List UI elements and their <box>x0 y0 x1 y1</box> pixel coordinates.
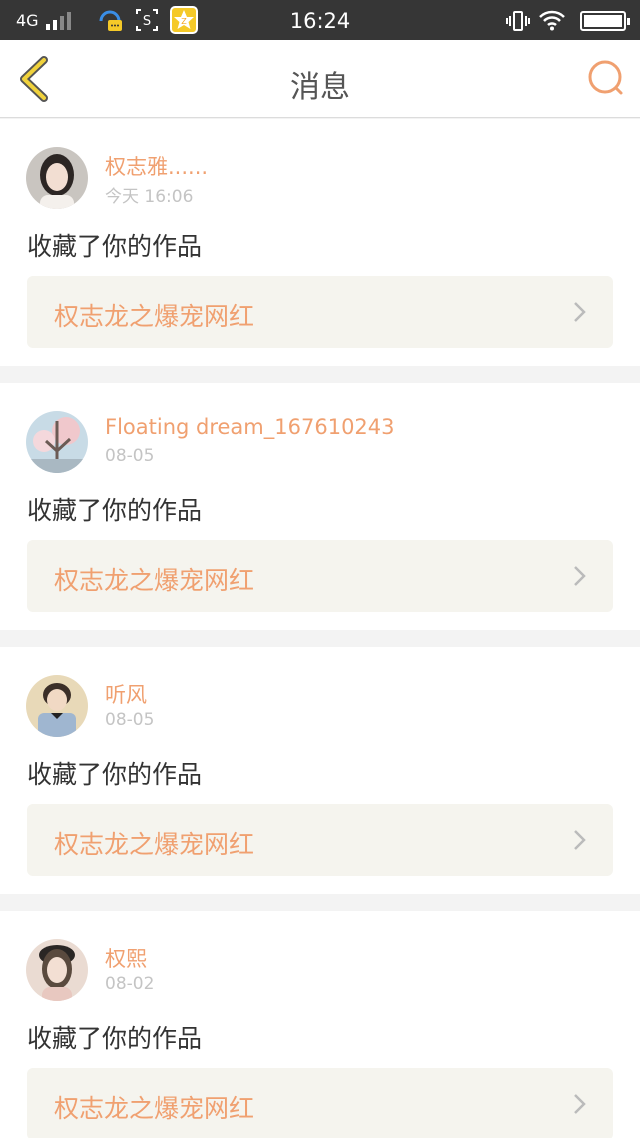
message-card: 权志雅...... 今天 16:06 收藏了你的作品 权志龙之爆宠网红 <box>0 119 640 366</box>
work-link[interactable]: 权志龙之爆宠网红 <box>27 540 613 612</box>
action-text: 收藏了你的作品 <box>27 1024 203 1053</box>
status-bar: 4G S Z 16:24 <box>0 0 640 40</box>
username[interactable]: 听风 <box>105 679 147 709</box>
timestamp: 08-02 <box>105 974 155 994</box>
message-card: 权熙 08-02 收藏了你的作品 权志龙之爆宠网红 <box>0 911 640 1138</box>
chevron-right-icon <box>574 566 586 586</box>
page-title: 消息 <box>290 70 350 105</box>
work-link[interactable]: 权志龙之爆宠网红 <box>27 276 613 348</box>
username[interactable]: 权志雅...... <box>105 151 208 181</box>
avatar[interactable] <box>26 675 88 737</box>
message-list: 权志雅...... 今天 16:06 收藏了你的作品 权志龙之爆宠网红 Floa… <box>0 119 640 1138</box>
work-title: 权志龙之爆宠网红 <box>54 1094 255 1123</box>
work-title: 权志龙之爆宠网红 <box>54 566 255 595</box>
avatar[interactable] <box>26 939 88 1001</box>
search-button[interactable] <box>586 58 626 98</box>
status-right-icons <box>506 8 630 32</box>
vibrate-icon <box>506 11 530 31</box>
search-icon <box>588 60 623 95</box>
avatar[interactable] <box>26 411 88 473</box>
action-text: 收藏了你的作品 <box>27 760 203 789</box>
work-title: 权志龙之爆宠网红 <box>54 302 255 331</box>
username[interactable]: 权熙 <box>105 943 147 973</box>
chevron-right-icon <box>574 302 586 322</box>
work-title: 权志龙之爆宠网红 <box>54 830 255 859</box>
avatar[interactable] <box>26 147 88 209</box>
username[interactable]: Floating dream_167610243 <box>105 415 395 439</box>
wifi-icon <box>539 10 565 31</box>
work-link[interactable]: 权志龙之爆宠网红 <box>27 1068 613 1138</box>
work-link[interactable]: 权志龙之爆宠网红 <box>27 804 613 876</box>
battery-icon <box>580 11 630 31</box>
action-text: 收藏了你的作品 <box>27 496 203 525</box>
message-card: Floating dream_167610243 08-05 收藏了你的作品 权… <box>0 383 640 630</box>
timestamp: 今天 16:06 <box>105 187 194 207</box>
chevron-right-icon <box>574 1094 586 1114</box>
chevron-right-icon <box>574 830 586 850</box>
timestamp: 08-05 <box>105 446 155 466</box>
app-header: 消息 <box>0 40 640 118</box>
message-card: 听风 08-05 收藏了你的作品 权志龙之爆宠网红 <box>0 647 640 894</box>
action-text: 收藏了你的作品 <box>27 232 203 261</box>
timestamp: 08-05 <box>105 710 155 730</box>
